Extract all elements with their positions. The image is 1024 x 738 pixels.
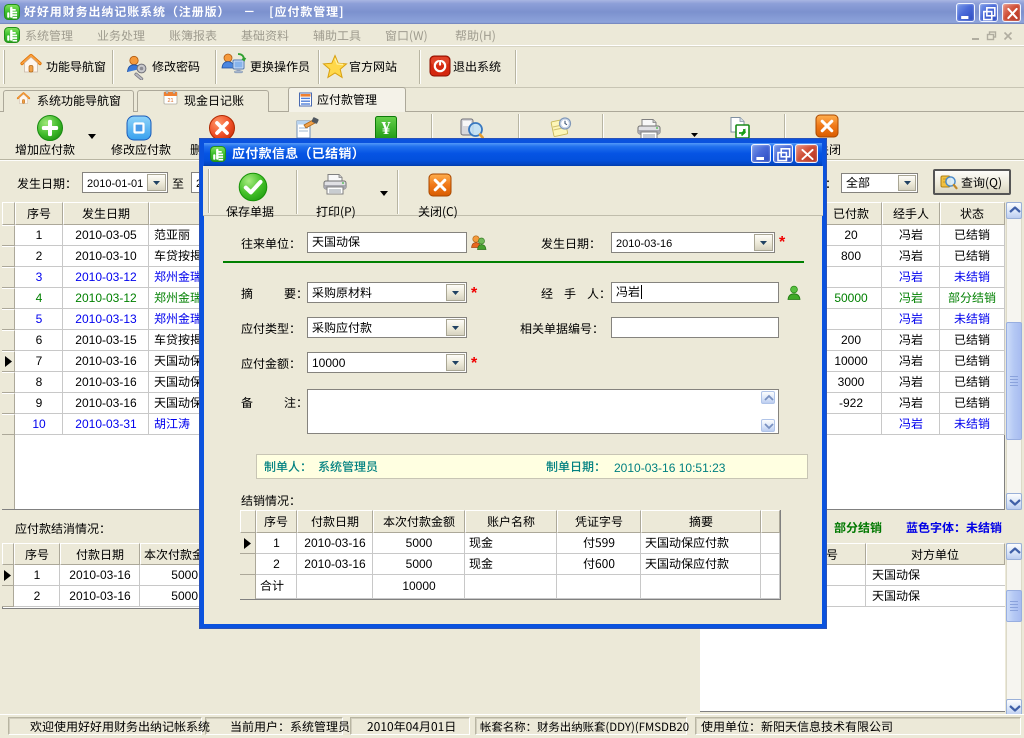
- svg-text:¥: ¥: [381, 118, 390, 138]
- svg-text:21: 21: [167, 98, 173, 104]
